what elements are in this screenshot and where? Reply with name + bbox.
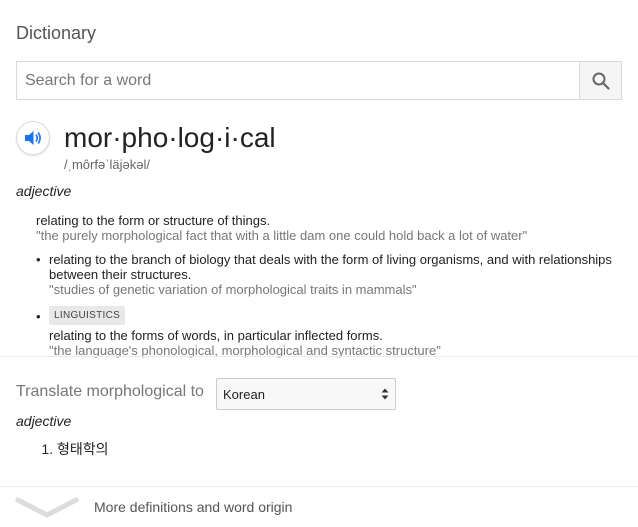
- chevron-down-icon: [14, 496, 80, 518]
- sense-item: • relating to the branch of biology that…: [36, 252, 621, 297]
- translate-label: Translate morphological to: [16, 383, 204, 400]
- sense-example: "studies of genetic variation of morphol…: [49, 282, 417, 297]
- dictionary-card: Dictionary mor·pho·log·i·cal /ˌmôrfəˈläj…: [0, 0, 638, 527]
- sense-item: relating to the form or structure of thi…: [36, 213, 621, 243]
- sense-definition: relating to the form or structure of thi…: [36, 213, 271, 228]
- headword: mor·pho·log·i·cal: [64, 122, 276, 153]
- search-button[interactable]: [579, 62, 621, 99]
- bullet-icon: •: [36, 309, 41, 324]
- translation-list: 형태학의: [43, 439, 109, 459]
- selected-language: Korean: [223, 386, 265, 402]
- speaker-icon: [25, 131, 41, 145]
- translation-part-of-speech: adjective: [16, 413, 72, 429]
- sense-example: "the purely morphological fact that with…: [36, 228, 528, 243]
- sense-item: • LINGUISTICS relating to the forms of w…: [36, 306, 621, 358]
- search-icon: [592, 72, 610, 90]
- phonetic-spelling: /ˌmôrfəˈläjəkəl/: [64, 157, 150, 172]
- section-divider: [0, 356, 638, 357]
- more-definitions-button[interactable]: More definitions and word origin: [0, 487, 638, 527]
- card-title: Dictionary: [16, 23, 97, 43]
- translation-item: 형태학의: [57, 439, 109, 459]
- search-box: [16, 61, 622, 100]
- pronunciation-button[interactable]: [16, 121, 50, 155]
- select-arrows-icon: [381, 388, 389, 400]
- more-definitions-label: More definitions and word origin: [94, 499, 293, 515]
- sense-definition: relating to the branch of biology that d…: [49, 252, 612, 282]
- part-of-speech: adjective: [16, 183, 72, 199]
- bullet-icon: •: [36, 252, 41, 267]
- sense-definition: relating to the forms of words, in parti…: [49, 328, 383, 343]
- sense-list: relating to the form or structure of thi…: [36, 213, 621, 367]
- search-input[interactable]: [17, 62, 579, 99]
- language-select[interactable]: Korean: [216, 378, 396, 410]
- subject-label: LINGUISTICS: [49, 306, 126, 325]
